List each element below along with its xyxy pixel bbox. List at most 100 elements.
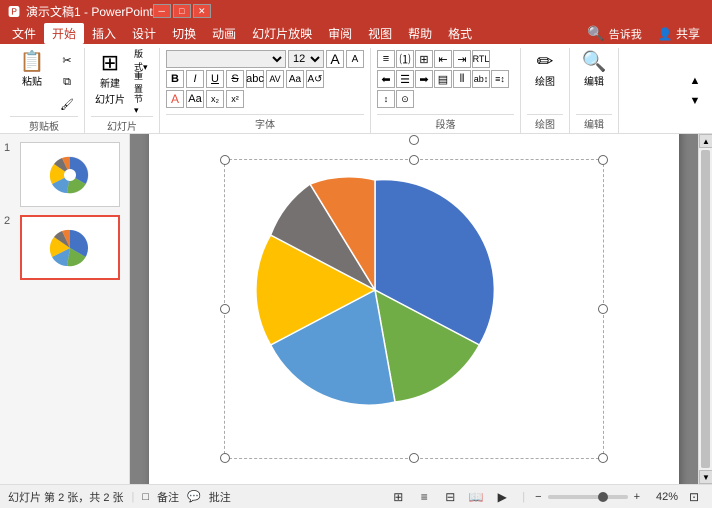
text-direction-btn[interactable]: ab↕ [472,70,490,88]
menu-insert[interactable]: 插入 [84,23,124,44]
scroll-thumb[interactable] [701,150,710,468]
search-btn[interactable]: 🔍 告诉我 [579,23,649,44]
font-size-aa-btn[interactable]: Aa [186,90,204,108]
handle-bottom-middle[interactable] [409,453,419,463]
paste-btn[interactable]: 📋 粘贴 [10,50,54,90]
status-bar: 幻灯片 第 2 张，共 2 张 | □ 备注 💬 批注 ⊞ ≡ ⊟ 📖 ▶ | … [0,484,712,508]
normal-view-btn[interactable]: ⊞ [388,488,408,506]
ribbon-group-editing: 🔍 编辑 编辑 [570,48,619,133]
case-btn[interactable]: Aa [286,70,304,88]
indent-decrease-btn[interactable]: ⇤ [434,50,452,68]
slide-thumb-2[interactable]: 2 [4,215,125,280]
indent-increase-btn[interactable]: ⇥ [453,50,471,68]
handle-bottom-right[interactable] [598,453,608,463]
menu-file[interactable]: 文件 [4,23,44,44]
align-left-btn[interactable]: ⬅ [377,70,395,88]
sub-btn[interactable]: x₂ [206,90,224,108]
align-center-btn[interactable]: ☰ [396,70,414,88]
rotate-handle[interactable] [409,135,419,145]
ribbon-scroll-up[interactable]: ▲ [684,71,706,91]
convert-smartart-btn[interactable]: ⊙ [396,90,414,108]
menu-home[interactable]: 开始 [44,23,84,44]
window-controls: ─ □ ✕ [153,4,211,18]
para-content: ≡ ⑴ ⊞ ⇤ ⇥ RTL ⬅ ☰ ➡ ▤ ⫴ ab↕ ≡↕ ↕ [377,50,514,112]
ribbon-scroll-down[interactable]: ▼ [684,91,706,111]
zoom-thumb[interactable] [598,492,608,502]
notes-label[interactable]: 备注 [157,489,179,505]
slide-thumb-1[interactable]: 1 [4,142,125,207]
char-spacing-btn[interactable]: AV [266,70,284,88]
slide-sorter-btn[interactable]: ⊟ [440,488,460,506]
new-slide-btn[interactable]: ⊞ 新建 幻灯片 [91,50,129,108]
chart-container[interactable] [224,159,604,459]
underline-btn[interactable]: U [206,70,224,88]
slide-section-btn[interactable]: 节 ▾ [131,94,153,114]
font-color-btn[interactable]: A [166,90,184,108]
handle-top-right[interactable] [598,155,608,165]
strikethrough-btn[interactable]: S [226,70,244,88]
scroll-down-btn[interactable]: ▼ [699,470,712,484]
sup-btn[interactable]: x² [226,90,244,108]
handle-bottom-left[interactable] [220,453,230,463]
minimize-btn[interactable]: ─ [153,4,171,18]
slide-num-2: 2 [4,215,16,227]
font-decrease-btn[interactable]: A [346,50,364,68]
slide-layout-btn[interactable]: 版式▾ [131,50,153,70]
bullet-list-btn[interactable]: ≡ [377,50,395,68]
minus-zoom[interactable]: − [535,491,541,503]
handle-top-middle[interactable] [409,155,419,165]
slide-reset-btn[interactable]: 重置 [131,72,153,92]
handle-top-left[interactable] [220,155,230,165]
clear-format-btn[interactable]: A↺ [306,70,324,88]
font-increase-btn[interactable]: A [326,50,344,68]
rtl-btn[interactable]: RTL [472,50,490,68]
ribbon-group-font: 12 A A B I U S abc AV Aa A↺ A Aa x [160,48,371,133]
slide-img-1[interactable] [20,142,120,207]
ribbon-group-slides: ⊞ 新建 幻灯片 版式▾ 重置 节 ▾ 幻灯片 [85,48,160,133]
text-align-btn[interactable]: ≡↕ [491,70,509,88]
scroll-up-btn[interactable]: ▲ [699,134,712,148]
format-painter-btn[interactable]: 🖌 [56,94,78,114]
zoom-level[interactable]: 42% [646,491,678,503]
bold-btn[interactable]: B [166,70,184,88]
copy-btn[interactable]: ⧉ [56,72,78,92]
slide-img-2[interactable] [20,215,120,280]
italic-btn[interactable]: I [186,70,204,88]
slide-canvas[interactable] [149,134,679,484]
outline-view-btn[interactable]: ≡ [414,488,434,506]
menu-view[interactable]: 视图 [360,23,400,44]
comment-label[interactable]: 批注 [209,489,231,505]
fit-window-btn[interactable]: ⊡ [684,488,704,506]
menu-animation[interactable]: 动画 [204,23,244,44]
menu-help[interactable]: 帮助 [400,23,440,44]
draw-btn[interactable]: ✏ 绘图 [527,50,563,90]
menu-format[interactable]: 格式 [440,23,480,44]
align-right-btn[interactable]: ➡ [415,70,433,88]
line-spacing-btn[interactable]: ↕ [377,90,395,108]
justify-btn[interactable]: ▤ [434,70,452,88]
font-family-select[interactable] [166,50,286,68]
text-columns-btn[interactable]: ⫴ [453,70,471,88]
num-list-btn[interactable]: ⑴ [396,50,414,68]
menu-review[interactable]: 审阅 [320,23,360,44]
vertical-scrollbar: ▲ ▼ [698,134,712,484]
zoom-slider[interactable] [548,495,628,499]
share-btn[interactable]: 👤 共享 [650,23,708,44]
maximize-btn[interactable]: □ [173,4,191,18]
main-area: 1 2 [0,134,712,484]
handle-middle-right[interactable] [598,304,608,314]
menu-slideshow[interactable]: 幻灯片放映 [244,23,320,44]
edit-btn[interactable]: 🔍 编辑 [576,50,612,90]
slideshow-btn[interactable]: ▶ [492,488,512,506]
shadow-btn[interactable]: abc [246,70,264,88]
slides-content: ⊞ 新建 幻灯片 版式▾ 重置 节 ▾ [91,50,153,114]
menu-transition[interactable]: 切换 [164,23,204,44]
reading-view-btn[interactable]: 📖 [466,488,486,506]
menu-design[interactable]: 设计 [124,23,164,44]
handle-middle-left[interactable] [220,304,230,314]
multilevel-btn[interactable]: ⊞ [415,50,433,68]
plus-zoom[interactable]: + [634,491,640,503]
close-btn[interactable]: ✕ [193,4,211,18]
font-size-select[interactable]: 12 [288,50,324,68]
cut-btn[interactable]: ✂ [56,50,78,70]
